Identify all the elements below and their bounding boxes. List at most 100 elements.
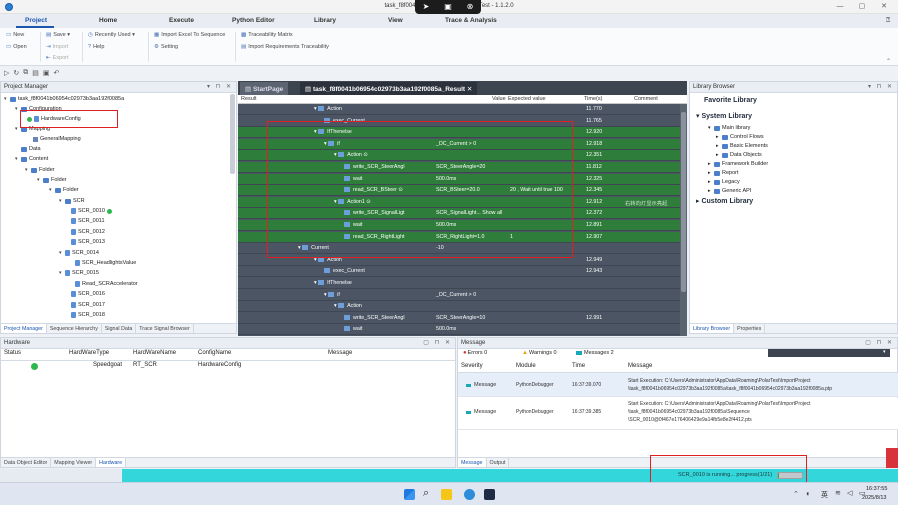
tree-scr-headlights[interactable]: SCR_HeadlightsValue xyxy=(75,260,136,266)
maximize-button[interactable]: ▢ xyxy=(852,2,872,12)
tree-scr-0012[interactable]: SCR_0012 xyxy=(71,229,105,235)
pointer-icon[interactable]: ➤ xyxy=(415,0,437,14)
collapse-ribbon-icon[interactable]: ⌃ xyxy=(886,58,891,65)
tree-folder[interactable]: ▾ Folder xyxy=(49,187,79,193)
favorite-library[interactable]: Favorite Library xyxy=(704,97,757,104)
tab-library-browser[interactable]: Library Browser xyxy=(690,324,735,333)
col-result[interactable]: Result xyxy=(241,96,257,102)
panel-controls[interactable]: ▾ ⊓ ✕ xyxy=(207,82,233,93)
tab-signal-data[interactable]: Signal Data xyxy=(102,324,137,333)
messages-filter[interactable]: Messages 2 xyxy=(576,350,614,356)
search-input[interactable] xyxy=(768,349,890,357)
start-icon[interactable] xyxy=(404,489,415,500)
save-button[interactable]: ▤ Save ▾ xyxy=(46,32,70,38)
clock-date[interactable]: 2025/8/13 xyxy=(862,495,886,501)
screen-capture-toolbar[interactable]: ➤ ▣ ⊗ xyxy=(415,0,481,14)
tree-data[interactable]: Data xyxy=(21,146,41,152)
tree-folder[interactable]: ▾ Folder xyxy=(25,167,55,173)
export-button[interactable]: ⇤ Export xyxy=(46,55,69,61)
errors-filter[interactable]: ● Errors 0 xyxy=(463,350,487,356)
tree-scr-0018[interactable]: SCR_0018 xyxy=(71,312,105,318)
col-value[interactable]: Value xyxy=(492,96,506,102)
col-hardware-type[interactable]: HardWareType xyxy=(69,350,109,356)
col-comment[interactable]: Comment xyxy=(634,96,658,102)
recently-used-button[interactable]: ◷ Recently Used ▾ xyxy=(88,32,135,38)
new-button[interactable]: ▭ New xyxy=(6,32,24,38)
tray-app-icon[interactable]: ◐ xyxy=(806,489,811,498)
save-small-icon[interactable]: ▤ xyxy=(32,69,39,77)
tab-python-editor[interactable]: Python Editor xyxy=(232,17,275,24)
tab-mapping-viewer[interactable]: Mapping Viewer xyxy=(51,458,97,467)
browser-icon[interactable] xyxy=(464,489,475,500)
close-button[interactable]: ✕ xyxy=(874,2,894,12)
search-icon[interactable]: ⌕ xyxy=(423,487,429,500)
col-severity[interactable]: Severity xyxy=(461,363,483,369)
tree-read-scr-accelerator[interactable]: Read_SCRAccelerator xyxy=(75,281,138,287)
col-message[interactable]: Message xyxy=(628,363,652,369)
undo-icon[interactable]: ↶ xyxy=(54,69,60,77)
tree-folder[interactable]: ▾ Folder xyxy=(37,177,67,183)
clock-time[interactable]: 16:37:55 xyxy=(866,486,887,492)
lib-main[interactable]: ▾ Main library xyxy=(708,125,750,131)
traceability-matrix-button[interactable]: ▩ Traceability Matrix xyxy=(241,32,293,38)
setting-button[interactable]: ⚙ Setting xyxy=(154,44,178,50)
tab-home[interactable]: Home xyxy=(99,17,117,24)
scroll-thumb[interactable] xyxy=(681,112,686,292)
grid-scrollbar[interactable] xyxy=(680,104,687,336)
lib-basic-elements[interactable]: ▸ Basic Elements xyxy=(716,143,768,149)
col-hardware-name[interactable]: HardWareName xyxy=(133,350,176,356)
message-row[interactable]: Message PythonDebugger 16:37:39.385 Star… xyxy=(458,398,898,430)
copy-icon[interactable]: ⧉ xyxy=(23,69,28,77)
tab-result[interactable]: ▤ task_f8f0041b06954c02973b3aa192f0085a_… xyxy=(300,82,478,95)
col-time[interactable]: Time(s) xyxy=(584,96,602,102)
close-tab-icon[interactable]: ✕ xyxy=(465,86,472,93)
lib-generic-api[interactable]: ▸ Generic API xyxy=(708,188,751,194)
result-row[interactable]: wait 500.0ms xyxy=(238,324,680,336)
col-config-name[interactable]: ConfigName xyxy=(198,350,231,356)
minimize-button[interactable]: — xyxy=(830,2,850,12)
panel-controls[interactable]: ▾ ⊓ ✕ xyxy=(868,82,894,93)
result-row[interactable]: write_SCR_SteerAngl SCR_SteerAngle=10 12.9… xyxy=(238,312,680,324)
tab-startpage[interactable]: ▤ StartPage xyxy=(240,82,289,95)
result-row[interactable]: ▾ Action xyxy=(238,301,680,313)
system-library[interactable]: ▾ System Library xyxy=(696,112,752,120)
lib-legacy[interactable]: ▸ Legacy xyxy=(708,179,740,185)
tree-scr-0017[interactable]: SCR_0017 xyxy=(71,302,105,308)
tree-general-mapping[interactable]: GeneralMapping xyxy=(33,136,81,142)
tree-scr-0010[interactable]: SCR_0010 xyxy=(71,208,112,214)
custom-library[interactable]: ▸ Custom Library xyxy=(696,197,753,205)
speaker-icon[interactable]: ◁ xyxy=(847,489,852,497)
tab-library[interactable]: Library xyxy=(314,17,336,24)
col-status[interactable]: Status xyxy=(4,350,21,356)
import-excel-button[interactable]: ▦ Import Excel To Sequence xyxy=(154,32,225,38)
side-alert-strip[interactable] xyxy=(886,448,898,468)
result-row[interactable]: ▾ if _DC_Current > 0 xyxy=(238,289,680,301)
tree-scr-0016[interactable]: SCR_0016 xyxy=(71,291,105,297)
tab-message[interactable]: Message xyxy=(458,458,487,467)
panel-controls[interactable]: ▢ ⊓ ✕ xyxy=(865,338,894,349)
tree-scr-0015[interactable]: ▾ SCR_0015 xyxy=(59,270,99,276)
message-row[interactable]: Message PythonDebugger 16:37:39.070 Star… xyxy=(458,373,898,397)
lib-control-flows[interactable]: ▸ Control Flows xyxy=(716,134,764,140)
tree-scr-0013[interactable]: SCR_0013 xyxy=(71,239,105,245)
open-button[interactable]: ▭ Open xyxy=(6,44,27,50)
scrollbar[interactable] xyxy=(230,94,235,174)
help-icon[interactable]: ⍰ xyxy=(886,17,890,25)
tree-content[interactable]: ▾ Content xyxy=(15,156,48,162)
tab-trace-signal-browser[interactable]: Trace Signal Browser xyxy=(136,324,194,333)
import-button[interactable]: ⇥ Import xyxy=(46,44,68,50)
lib-report[interactable]: ▸ Report xyxy=(708,170,739,176)
tab-data-object-editor[interactable]: Data Object Editor xyxy=(1,458,52,467)
col-expected[interactable]: Expected value xyxy=(508,96,546,102)
tray-chevron-icon[interactable]: ⌃ xyxy=(793,490,799,498)
tab-properties[interactable]: Properties xyxy=(734,324,766,333)
tree-root[interactable]: ▾ task_f8f0041b06954c02973b3aa192f0085a xyxy=(4,96,124,102)
tree-scr-0014[interactable]: ▾ SCR_0014 xyxy=(59,250,99,256)
col-module[interactable]: Module xyxy=(516,363,536,369)
col-message[interactable]: Message xyxy=(328,350,352,356)
result-row[interactable]: exec_Current 12.943 xyxy=(238,266,680,278)
lib-framework-builder[interactable]: ▸ Framework Builder xyxy=(708,161,768,167)
tab-project[interactable]: Project xyxy=(25,17,47,24)
result-row[interactable]: ▾ IfThenelse xyxy=(238,278,680,289)
help-button[interactable]: ? Help xyxy=(88,44,104,50)
